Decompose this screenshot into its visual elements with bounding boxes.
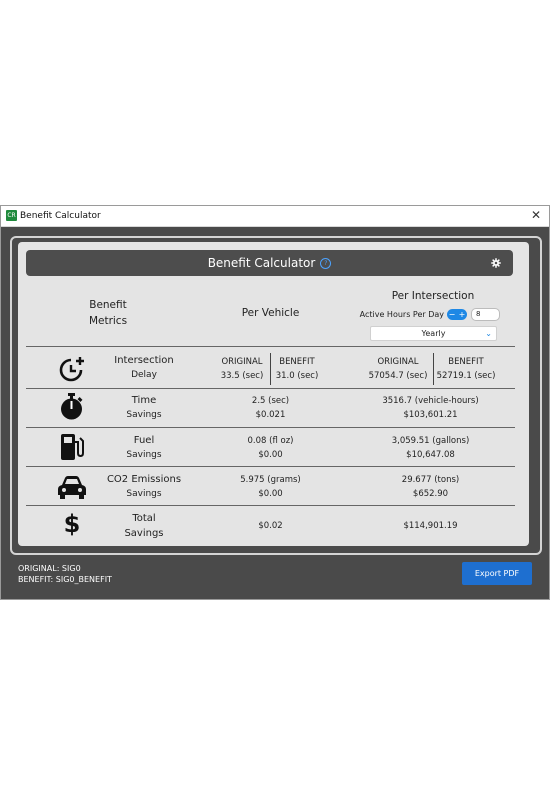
co2-intersection-values: 29.677 (tons) $652.90 (358, 473, 503, 501)
row-divider (26, 346, 515, 347)
time-veh-line2: $0.021 (255, 410, 286, 420)
time-int-line1: 3516.7 (vehicle-hours) (382, 396, 479, 406)
close-button[interactable]: ✕ (529, 207, 543, 223)
window-title: Benefit Calculator (20, 211, 101, 221)
co2-veh-line1: 5.975 (grams) (240, 475, 301, 485)
row-fuel-label: Fuel Savings (103, 433, 185, 463)
chevron-down-icon: ⌄ (485, 329, 492, 338)
benefit-calculator-window: CR Benefit Calculator ✕ Benefit Calculat… (0, 205, 550, 600)
row-time-label: Time Savings (103, 393, 185, 423)
fuel-int-line2: $10,647.08 (406, 450, 455, 460)
delay-vehicle-separator (270, 353, 271, 385)
fuel-veh-line1: 0.08 (fl oz) (247, 436, 294, 446)
delay-int-benefit-label: BENEFIT (448, 357, 484, 367)
fuel-label-line2: Savings (126, 450, 162, 460)
metrics-heading-line1: Benefit (89, 299, 127, 311)
per-vehicle-heading: Per Vehicle (241, 307, 300, 319)
app-icon: CR (6, 210, 17, 221)
total-vehicle-value: $0.02 (258, 521, 283, 531)
delay-label-line1: Intersection (114, 355, 174, 366)
delay-veh-original-label: ORIGINAL (221, 357, 263, 367)
co2-int-line1: 29.677 (tons) (401, 475, 460, 485)
hours-stepper[interactable]: − + (447, 309, 467, 320)
total-label-line2: Savings (124, 528, 164, 539)
metrics-heading-line2: Metrics (88, 315, 128, 327)
co2-label-line2: Savings (126, 489, 162, 499)
period-selected-value: Yearly (421, 329, 446, 338)
time-vehicle-values: 2.5 (sec) $0.021 (218, 394, 323, 422)
time-label-line1: Time (131, 395, 157, 406)
per-intersection-heading: Per Intersection (391, 290, 475, 302)
co2-veh-line2: $0.00 (258, 489, 283, 499)
help-icon[interactable]: ? (320, 258, 332, 269)
fuel-veh-line2: $0.00 (258, 450, 283, 460)
benefit-metrics-heading: Benefit Metrics (73, 297, 143, 329)
active-hours-label: Active Hours Per Day (359, 310, 444, 319)
fuel-int-line1: 3,059.51 (gallons) (391, 436, 470, 446)
panel-title: Benefit Calculator (207, 256, 316, 270)
co2-vehicle-values: 5.975 (grams) $0.00 (218, 473, 323, 501)
dollar-icon: $ (63, 510, 81, 538)
co2-label-line1: CO2 Emissions (106, 474, 182, 485)
panel-header: Benefit Calculator? (26, 250, 513, 276)
active-hours-input[interactable]: 8 (471, 308, 500, 321)
increment-button[interactable]: + (457, 309, 467, 320)
clock-plus-icon (59, 357, 84, 382)
time-veh-line1: 2.5 (sec) (251, 396, 290, 406)
row-divider (26, 427, 515, 428)
time-intersection-values: 3516.7 (vehicle-hours) $103,601.21 (358, 394, 503, 422)
title-bar[interactable]: CR Benefit Calculator ✕ (1, 206, 549, 227)
time-label-line2: Savings (126, 410, 162, 420)
delay-intersection-original: ORIGINAL 57054.7 (sec) (364, 355, 432, 383)
total-intersection-value: $114,901.19 (403, 521, 458, 531)
delay-veh-benefit-label: BENEFIT (279, 357, 315, 367)
fuel-intersection-values: 3,059.51 (gallons) $10,647.08 (358, 434, 503, 462)
row-divider (26, 505, 515, 506)
period-select[interactable]: Yearly ⌄ (370, 326, 497, 341)
co2-int-line2: $652.90 (412, 489, 449, 499)
time-int-line2: $103,601.21 (403, 410, 458, 420)
row-divider (26, 388, 515, 389)
export-pdf-button[interactable]: Export PDF (462, 562, 532, 585)
row-co2-label: CO2 Emissions Savings (96, 472, 192, 502)
row-delay-label: Intersection Delay (103, 353, 185, 383)
delay-int-original-label: ORIGINAL (377, 357, 419, 367)
calculator-panel: Benefit Calculator? Benefit Metrics Per … (18, 242, 529, 546)
fuel-vehicle-values: 0.08 (fl oz) $0.00 (218, 434, 323, 462)
delay-int-benefit-value: 52719.1 (sec) (436, 371, 496, 381)
fuel-pump-icon (61, 434, 84, 460)
benefit-status: BENEFIT: SIG0_BENEFIT (18, 575, 112, 584)
delay-intersection-benefit: BENEFIT 52719.1 (sec) (435, 355, 497, 383)
stopwatch-icon (61, 393, 83, 420)
row-divider (26, 466, 515, 467)
delay-intersection-separator (433, 353, 434, 385)
delay-vehicle-benefit: BENEFIT 31.0 (sec) (272, 355, 322, 383)
decrement-button[interactable]: − (447, 309, 457, 320)
delay-veh-benefit-value: 31.0 (sec) (275, 371, 319, 381)
delay-veh-original-value: 33.5 (sec) (220, 371, 264, 381)
delay-label-line2: Delay (131, 370, 157, 380)
original-status: ORIGINAL: SIG0 (18, 564, 81, 573)
row-total-label: Total Savings (103, 511, 185, 541)
delay-int-original-value: 57054.7 (sec) (368, 371, 428, 381)
car-icon (58, 476, 86, 499)
delay-vehicle-original: ORIGINAL 33.5 (sec) (214, 355, 270, 383)
total-label-line1: Total (132, 513, 156, 524)
gear-icon[interactable] (491, 258, 501, 268)
fuel-label-line1: Fuel (133, 435, 155, 446)
